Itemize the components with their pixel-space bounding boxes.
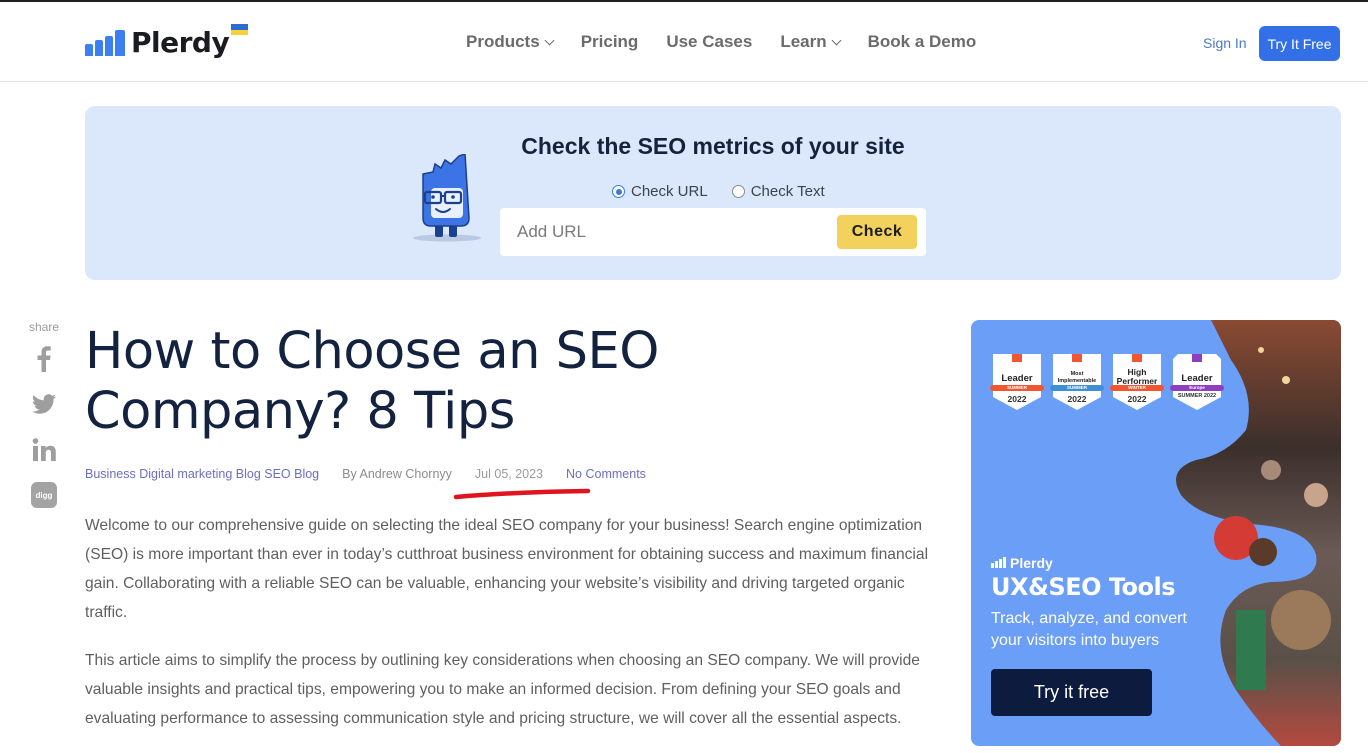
badge-title: Leader xyxy=(1001,373,1033,384)
nav-products[interactable]: Products xyxy=(466,32,555,52)
logo-bars-icon xyxy=(85,30,125,56)
promo-plerdy-logo: Plerdy xyxy=(991,555,1053,571)
logo-bars-icon xyxy=(991,557,1006,568)
url-input[interactable] xyxy=(500,208,830,256)
badge-ribbon: SUMMER xyxy=(1050,385,1104,391)
g2-badges: Leader SUMMER 2022 Most Implementable SU… xyxy=(990,353,1224,411)
article-comments-link[interactable]: No Comments xyxy=(566,467,646,481)
site-header: Plerdy Products Pricing Use Cases Learn … xyxy=(0,4,1368,82)
nav-book-demo-label: Book a Demo xyxy=(867,32,977,51)
twitter-icon[interactable] xyxy=(30,390,58,418)
seo-checker-banner: Check the SEO metrics of your site Check… xyxy=(85,106,1341,280)
share-label: share xyxy=(28,320,60,334)
try-it-free-button[interactable]: Try It Free xyxy=(1259,26,1340,61)
badge-year: SUMMER 2022 xyxy=(1177,393,1217,399)
nav-use-cases[interactable]: Use Cases xyxy=(666,32,752,52)
main-nav: Products Pricing Use Cases Learn Book a … xyxy=(466,32,976,52)
nav-products-label: Products xyxy=(466,32,540,51)
promo-title: UX&SEO Tools xyxy=(991,573,1176,601)
check-mode-radio-group: Check URL Check Text xyxy=(612,183,825,200)
radio-check-url-label: Check URL xyxy=(631,183,708,200)
plerdy-logo[interactable]: Plerdy xyxy=(85,24,248,60)
seo-checker-title: Check the SEO metrics of your site xyxy=(521,133,905,159)
check-button[interactable]: Check xyxy=(837,215,917,249)
article-author: By Andrew Chornyy xyxy=(342,467,452,481)
article-paragraph: Welcome to our comprehensive guide on se… xyxy=(85,517,929,621)
facebook-icon[interactable] xyxy=(30,344,58,372)
g2-badge: Leader Europe SUMMER 2022 xyxy=(1170,353,1224,411)
nav-book-demo[interactable]: Book a Demo xyxy=(868,32,977,52)
g2-badge: Leader SUMMER 2022 xyxy=(990,353,1044,411)
radio-check-text[interactable]: Check Text xyxy=(731,183,825,200)
chevron-down-icon xyxy=(831,35,842,45)
promo-subtitle: Track, analyze, and convert your visitor… xyxy=(991,610,1187,649)
radio-check-url[interactable]: Check URL xyxy=(612,183,708,200)
badge-title: Most Implementable xyxy=(1057,371,1097,384)
promo-brand: Plerdy xyxy=(1010,555,1053,571)
article-date: Jul 05, 2023 xyxy=(474,467,544,481)
ukraine-flag-icon xyxy=(231,24,248,35)
share-sidebar: share digg xyxy=(26,320,62,526)
badge-ribbon: WINTER xyxy=(1110,385,1164,391)
digg-icon[interactable]: digg xyxy=(31,482,57,508)
article-title: How to Choose an SEO Company? 8 Tips xyxy=(85,322,659,441)
nav-learn-label: Learn xyxy=(780,32,827,51)
nav-pricing[interactable]: Pricing xyxy=(581,32,639,52)
radio-selected-icon[interactable] xyxy=(612,185,625,198)
g2-badge: High Performer WINTER 2022 xyxy=(1110,353,1164,411)
badge-year: 2022 xyxy=(1127,394,1147,404)
badge-year: 2022 xyxy=(1007,394,1027,404)
g2-badge: Most Implementable SUMMER 2022 xyxy=(1050,353,1104,411)
sign-in-link[interactable]: Sign In xyxy=(1203,35,1247,51)
article-meta: Business Digital marketing Blog SEO Blog… xyxy=(85,467,646,481)
nav-use-cases-label: Use Cases xyxy=(666,32,753,51)
badge-ribbon: Europe xyxy=(1170,385,1224,391)
mascot-illustration xyxy=(413,154,481,242)
radio-check-text-label: Check Text xyxy=(750,183,825,200)
url-input-container: Check xyxy=(500,208,926,256)
badge-ribbon: SUMMER xyxy=(990,385,1044,391)
badge-title: High Performer xyxy=(1116,367,1158,386)
logo-text: Plerdy xyxy=(131,26,230,59)
article-categories-link[interactable]: Business Digital marketing Blog SEO Blog xyxy=(85,467,319,481)
digg-icon-text: digg xyxy=(35,490,53,500)
red-underline-annotation xyxy=(453,488,591,500)
nav-learn[interactable]: Learn xyxy=(780,32,842,52)
radio-unselected-icon[interactable] xyxy=(731,185,745,198)
article-paragraph: This article aims to simplify the proces… xyxy=(85,652,920,727)
promo-try-free-button[interactable]: Try it free xyxy=(991,669,1152,716)
chevron-down-icon xyxy=(544,35,555,45)
badge-title: Leader xyxy=(1181,373,1213,384)
promo-card[interactable]: Leader SUMMER 2022 Most Implementable SU… xyxy=(971,320,1341,746)
badge-year: 2022 xyxy=(1067,394,1087,404)
nav-pricing-label: Pricing xyxy=(580,32,639,51)
linkedin-icon[interactable] xyxy=(30,436,58,464)
